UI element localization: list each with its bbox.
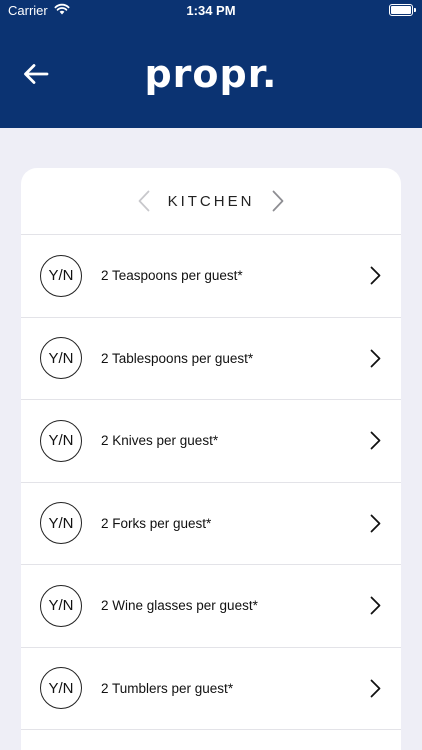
checklist-item-label: 2 Teaspoons per guest* [101, 268, 243, 284]
section-title: KITCHEN [167, 192, 255, 210]
checklist-card: KITCHEN Y/N 2 Teaspoons per guest* Y/N 2… [21, 168, 401, 750]
battery-icon [389, 4, 416, 16]
app-header: Carrier 1:34 PM propr. [0, 0, 422, 128]
yes-no-badge: Y/N [40, 584, 82, 627]
checklist-item-label: 2 Forks per guest* [101, 515, 212, 531]
checklist-item-label: 2 Tumblers per guest* [101, 680, 234, 696]
chevron-right-icon [367, 430, 383, 452]
yes-no-badge: Y/N [40, 254, 82, 297]
chevron-right-icon [367, 347, 383, 369]
checklist-item-wine-glasses[interactable]: Y/N 2 Wine glasses per guest* [21, 565, 401, 648]
yes-no-badge: Y/N [40, 337, 82, 380]
yes-no-badge: Y/N [40, 419, 82, 462]
chevron-right-icon [367, 595, 383, 617]
chevron-left-icon [138, 190, 149, 212]
chevron-right-icon [367, 512, 383, 534]
chevron-right-icon [273, 190, 284, 212]
section-navigator: KITCHEN [21, 168, 401, 235]
checklist-item-tablespoons[interactable]: Y/N 2 Tablespoons per guest* [21, 318, 401, 400]
checklist-item-forks[interactable]: Y/N 2 Forks per guest* [21, 483, 401, 565]
status-time: 1:34 PM [186, 3, 236, 18]
yes-no-badge: Y/N [40, 502, 82, 545]
checklist-item-label: 2 Knives per guest* [101, 433, 219, 449]
checklist-item-label: 2 Wine glasses per guest* [101, 598, 258, 614]
chevron-right-icon [367, 265, 383, 287]
checklist-item-label: 2 Tablespoons per guest* [101, 350, 254, 366]
checklist-item-teaspoons[interactable]: Y/N 2 Teaspoons per guest* [21, 235, 401, 318]
checklist-item-knives[interactable]: Y/N 2 Knives per guest* [21, 400, 401, 483]
status-bar: Carrier 1:34 PM [0, 0, 422, 22]
chevron-right-icon [367, 677, 383, 699]
yes-no-badge: Y/N [40, 667, 82, 710]
propr-logo: propr. [144, 52, 278, 96]
checklist-item-tumblers[interactable]: Y/N 2 Tumblers per guest* [21, 648, 401, 730]
next-section-button[interactable] [268, 189, 288, 213]
previous-section-button[interactable] [134, 189, 154, 213]
